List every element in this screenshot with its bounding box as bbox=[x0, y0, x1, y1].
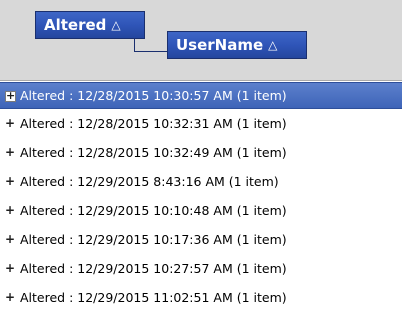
group-row[interactable]: + Altered : 12/29/2015 10:10:48 AM (1 it… bbox=[0, 196, 402, 225]
group-chip-username[interactable]: UserName △ bbox=[167, 31, 307, 59]
group-row-label: Altered : 12/29/2015 10:10:48 AM (1 item… bbox=[20, 203, 287, 218]
group-connector-line bbox=[134, 51, 167, 52]
expand-plus-icon[interactable]: + bbox=[5, 291, 15, 303]
group-row-list: + Altered : 12/28/2015 10:30:57 AM (1 it… bbox=[0, 80, 402, 312]
group-row-label: Altered : 12/29/2015 11:02:51 AM (1 item… bbox=[20, 290, 287, 305]
group-row[interactable]: + Altered : 12/29/2015 11:02:51 AM (1 it… bbox=[0, 283, 402, 312]
expand-plus-icon[interactable]: + bbox=[5, 117, 15, 129]
expand-plus-icon[interactable]: + bbox=[5, 262, 15, 274]
group-connector-line bbox=[134, 39, 135, 51]
group-chip-altered[interactable]: Altered △ bbox=[35, 11, 145, 39]
expand-plus-icon[interactable]: + bbox=[5, 146, 15, 158]
group-chip-label: Altered bbox=[44, 16, 107, 34]
expand-plus-icon[interactable]: + bbox=[5, 233, 15, 245]
group-row[interactable]: + Altered : 12/29/2015 10:17:36 AM (1 it… bbox=[0, 225, 402, 254]
group-row-label: Altered : 12/29/2015 8:43:16 AM (1 item) bbox=[20, 174, 279, 189]
group-row[interactable]: + Altered : 12/28/2015 10:32:49 AM (1 it… bbox=[0, 138, 402, 167]
group-row-label: Altered : 12/29/2015 10:17:36 AM (1 item… bbox=[20, 232, 287, 247]
group-row[interactable]: + Altered : 12/29/2015 10:27:57 AM (1 it… bbox=[0, 254, 402, 283]
group-row-label: Altered : 12/28/2015 10:30:57 AM (1 item… bbox=[20, 88, 287, 103]
group-row-label: Altered : 12/28/2015 10:32:31 AM (1 item… bbox=[20, 116, 287, 131]
group-chip-label: UserName bbox=[176, 36, 264, 54]
group-row-label: Altered : 12/28/2015 10:32:49 AM (1 item… bbox=[20, 145, 287, 160]
group-row[interactable]: + Altered : 12/29/2015 8:43:16 AM (1 ite… bbox=[0, 167, 402, 196]
expand-plus-icon[interactable]: + bbox=[5, 175, 15, 187]
expand-plus-icon[interactable]: + bbox=[5, 90, 16, 102]
group-row[interactable]: + Altered : 12/28/2015 10:32:31 AM (1 it… bbox=[0, 109, 402, 138]
group-row[interactable]: + Altered : 12/28/2015 10:30:57 AM (1 it… bbox=[0, 82, 402, 109]
group-by-panel: Altered △ UserName △ bbox=[0, 0, 402, 81]
expand-plus-icon[interactable]: + bbox=[5, 204, 15, 216]
sort-ascending-icon[interactable]: △ bbox=[111, 18, 120, 32]
sort-ascending-icon[interactable]: △ bbox=[268, 38, 277, 52]
group-row-label: Altered : 12/29/2015 10:27:57 AM (1 item… bbox=[20, 261, 287, 276]
